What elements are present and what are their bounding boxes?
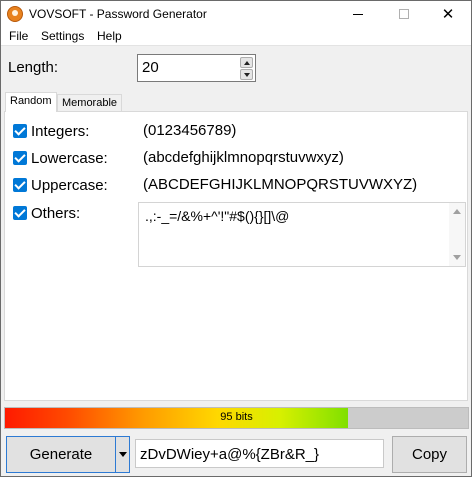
length-label: Length: (8, 59, 59, 76)
integers-chars: (0123456789) (143, 122, 237, 139)
length-spinbox[interactable]: 20 (137, 54, 256, 82)
length-value[interactable]: 20 (142, 59, 159, 76)
app-window: VOVSOFT - Password Generator ✕ File Sett… (0, 0, 472, 477)
menu-bar: File Settings Help (1, 27, 471, 46)
lowercase-checkbox[interactable] (13, 151, 27, 165)
password-text[interactable]: zDvDWiey+a@%{ZBr&R_} (140, 446, 319, 463)
window-title: VOVSOFT - Password Generator (29, 7, 207, 21)
others-chars-input[interactable]: .,:-_=/&%+^'!"#$(){}[]\@ (138, 202, 466, 267)
strength-meter: 95 bits (4, 407, 469, 429)
title-bar: VOVSOFT - Password Generator ✕ (1, 1, 471, 27)
lowercase-option[interactable]: Lowercase: (13, 149, 108, 167)
close-icon: ✕ (441, 5, 455, 23)
random-tab-panel: Integers: (0123456789) Lowercase: (abcde… (4, 111, 468, 401)
others-chars[interactable]: .,:-_=/&%+^'!"#$(){}[]\@ (145, 208, 289, 224)
others-checkbox[interactable] (13, 206, 27, 220)
scroll-up-icon[interactable] (453, 209, 461, 214)
password-output-field[interactable]: zDvDWiey+a@%{ZBr&R_} (135, 439, 384, 468)
close-button[interactable]: ✕ (425, 1, 471, 27)
spin-up-button[interactable] (240, 57, 253, 68)
integers-label: Integers: (31, 122, 90, 140)
maximize-button[interactable] (381, 1, 427, 27)
menu-settings[interactable]: Settings (41, 29, 84, 43)
scroll-down-icon[interactable] (453, 255, 461, 260)
uppercase-checkbox[interactable] (13, 178, 27, 192)
uppercase-option[interactable]: Uppercase: (13, 176, 108, 194)
copy-button[interactable]: Copy (392, 436, 467, 473)
tab-random[interactable]: Random (5, 92, 57, 112)
generate-dropdown-button[interactable] (115, 436, 130, 473)
others-label: Others: (31, 204, 81, 222)
integers-checkbox[interactable] (13, 124, 27, 138)
spin-down-button[interactable] (240, 69, 253, 80)
strength-text: 95 bits (220, 411, 253, 423)
others-scrollbar[interactable] (449, 203, 465, 266)
others-option[interactable]: Others: (13, 204, 80, 222)
uppercase-label: Uppercase: (31, 176, 108, 194)
menu-help[interactable]: Help (97, 29, 122, 43)
integers-option[interactable]: Integers: (13, 122, 89, 140)
app-icon (7, 6, 23, 22)
minimize-button[interactable] (335, 1, 381, 27)
lowercase-label: Lowercase: (31, 149, 108, 167)
uppercase-chars: (ABCDEFGHIJKLMNOPQRSTUVWXYZ) (143, 176, 418, 193)
maximize-icon (399, 9, 409, 19)
minimize-icon (353, 13, 363, 15)
menu-file[interactable]: File (9, 29, 28, 43)
generate-button[interactable]: Generate (6, 436, 116, 473)
lowercase-chars: (abcdefghijklmnopqrstuvwxyz) (143, 149, 344, 166)
tab-memorable[interactable]: Memorable (57, 94, 123, 112)
